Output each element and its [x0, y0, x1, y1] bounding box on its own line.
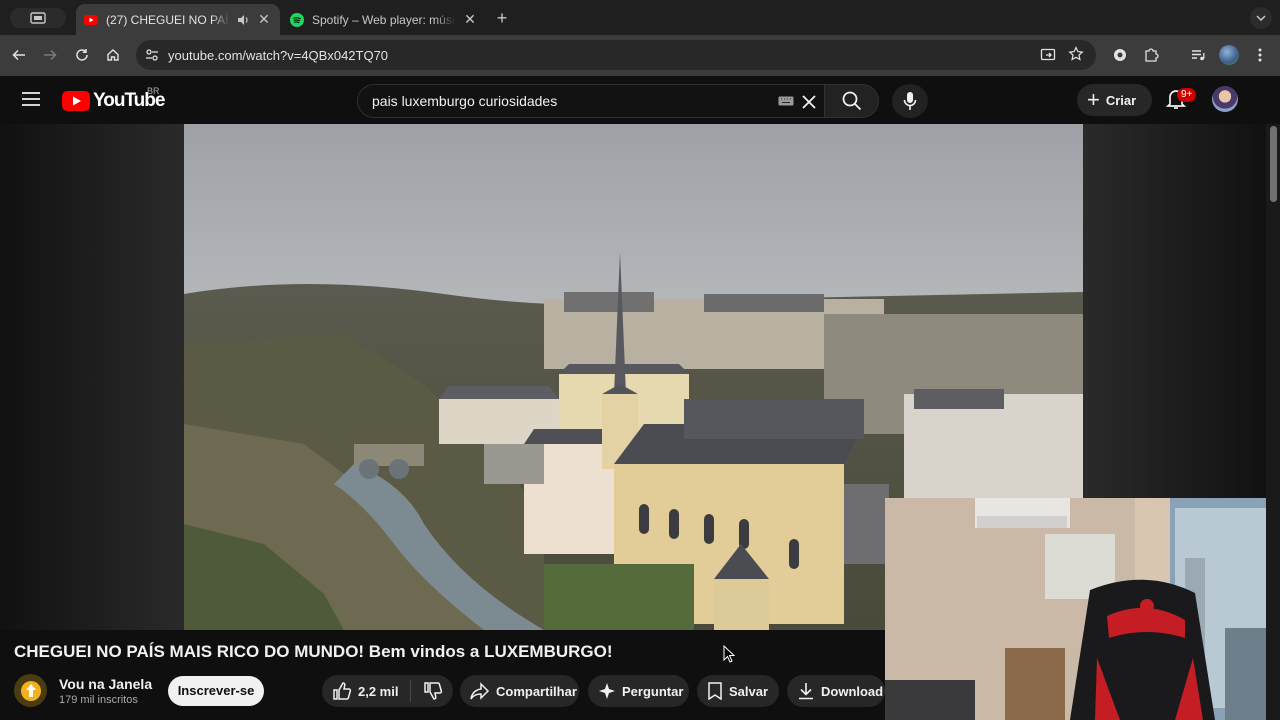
home-icon: [107, 49, 119, 61]
media-controls-button[interactable]: [1188, 45, 1208, 65]
keyboard-icon[interactable]: [778, 96, 794, 106]
address-bar[interactable]: youtube.com/watch?v=4QBx042TQ70: [136, 40, 1096, 70]
playlist-icon: [1192, 50, 1205, 61]
speaker-icon[interactable]: [236, 13, 250, 27]
share-arrow-icon: [470, 682, 490, 700]
sparkle-icon: [599, 683, 615, 699]
search-query: pais luxemburgo curiosidades: [372, 93, 558, 109]
youtube-logo-icon: [62, 91, 90, 111]
tab-title: Spotify – Web player: música para todos: [312, 12, 456, 27]
site-settings-icon[interactable]: [144, 47, 160, 63]
profile-button[interactable]: [1219, 45, 1239, 65]
webcam-room-image: [885, 498, 1280, 720]
browser-toolbar: youtube.com/watch?v=4QBx042TQ70: [0, 35, 1280, 76]
divider: [410, 680, 412, 702]
bookmark-star-icon[interactable]: [1068, 46, 1084, 62]
channel-avatar[interactable]: [14, 674, 47, 707]
youtube-header: YouTube BR pais luxemburgo curiosidades …: [0, 76, 1280, 124]
channel-logo-icon: [20, 680, 41, 701]
arrow-left-icon: [12, 49, 25, 61]
url-text: youtube.com/watch?v=4QBx042TQ70: [168, 48, 389, 63]
bookmark-icon: [708, 682, 722, 700]
close-tab-icon[interactable]: ✕: [462, 11, 478, 28]
thumbs-down-icon[interactable]: [423, 681, 443, 701]
tab-search-button[interactable]: [10, 8, 66, 28]
ask-button[interactable]: Perguntar: [588, 675, 689, 707]
tab-list-button[interactable]: [1250, 7, 1272, 29]
download-label: Download: [821, 683, 884, 699]
home-button[interactable]: [103, 45, 123, 65]
thumbs-up-icon[interactable]: [332, 681, 352, 701]
puzzle-icon: [1145, 48, 1159, 62]
like-dislike-group: 2,2 mil: [322, 675, 453, 707]
youtube-favicon-icon: [84, 14, 98, 25]
create-button[interactable]: + Criar: [1077, 84, 1152, 116]
reload-icon: [76, 49, 88, 61]
clear-search-icon[interactable]: [799, 92, 819, 112]
chevron-down-icon: [1256, 15, 1266, 21]
download-button[interactable]: Download: [787, 675, 885, 707]
like-count[interactable]: 2,2 mil: [358, 684, 398, 699]
more-vertical-icon: [1258, 48, 1262, 62]
extensions-menu-button[interactable]: [1141, 45, 1161, 65]
video-title: CHEGUEI NO PAÍS MAIS RICO DO MUNDO! Bem …: [14, 642, 613, 661]
microphone-icon: [903, 92, 917, 110]
reload-button[interactable]: [72, 45, 92, 65]
ask-label: Perguntar: [622, 683, 684, 699]
spotify-favicon-icon: [290, 12, 304, 27]
save-label: Salvar: [729, 683, 769, 699]
share-button[interactable]: Compartilhar: [460, 675, 579, 707]
country-code: BR: [147, 86, 160, 96]
tab-title: (27) CHEGUEI NO PAÍS MAIS RICO DO MUNDO!…: [106, 12, 230, 27]
forward-button[interactable]: [40, 45, 60, 65]
mouse-cursor-icon: [723, 645, 735, 663]
search-icon: [842, 91, 861, 111]
scrollbar-thumb[interactable]: [1270, 126, 1277, 202]
save-button[interactable]: Salvar: [697, 675, 779, 707]
ambient-glow-left: [0, 124, 184, 630]
cast-icon[interactable]: [1040, 47, 1056, 63]
create-label: Criar: [1105, 92, 1137, 108]
menu-icon[interactable]: [22, 91, 40, 107]
profile-avatar: [1219, 45, 1239, 65]
ambient-glow-right: [1083, 124, 1266, 498]
tab-spotify[interactable]: Spotify – Web player: música para todos …: [282, 4, 486, 35]
tab-overview-icon: [30, 12, 46, 24]
tab-strip: (27) CHEGUEI NO PAÍS MAIS RICO DO MUNDO!…: [0, 0, 1280, 35]
subscriber-count: 179 mil inscritos: [59, 694, 138, 706]
chrome-menu-button[interactable]: [1250, 45, 1270, 65]
record-icon: [1114, 49, 1126, 61]
arrow-right-icon: [44, 49, 57, 61]
subscribe-button[interactable]: Inscrever-se: [168, 676, 264, 706]
account-avatar[interactable]: [1212, 86, 1238, 112]
share-label: Compartilhar: [496, 683, 577, 699]
tab-youtube[interactable]: (27) CHEGUEI NO PAÍS MAIS RICO DO MUNDO!…: [76, 4, 280, 35]
close-tab-icon[interactable]: ✕: [256, 11, 272, 28]
webcam-overlay: [885, 498, 1280, 720]
extension-button[interactable]: [1110, 45, 1130, 65]
plus-icon: +: [1087, 87, 1100, 112]
new-tab-button[interactable]: +: [492, 8, 512, 28]
search-input[interactable]: pais luxemburgo curiosidades: [357, 84, 824, 118]
notification-badge: 9+: [1177, 88, 1197, 102]
channel-name[interactable]: Vou na Janela: [59, 676, 152, 692]
back-button[interactable]: [9, 45, 29, 65]
download-icon: [799, 683, 813, 700]
page-scrollbar[interactable]: [1266, 124, 1280, 720]
voice-search-button[interactable]: [892, 84, 928, 118]
search-button[interactable]: [824, 84, 879, 118]
